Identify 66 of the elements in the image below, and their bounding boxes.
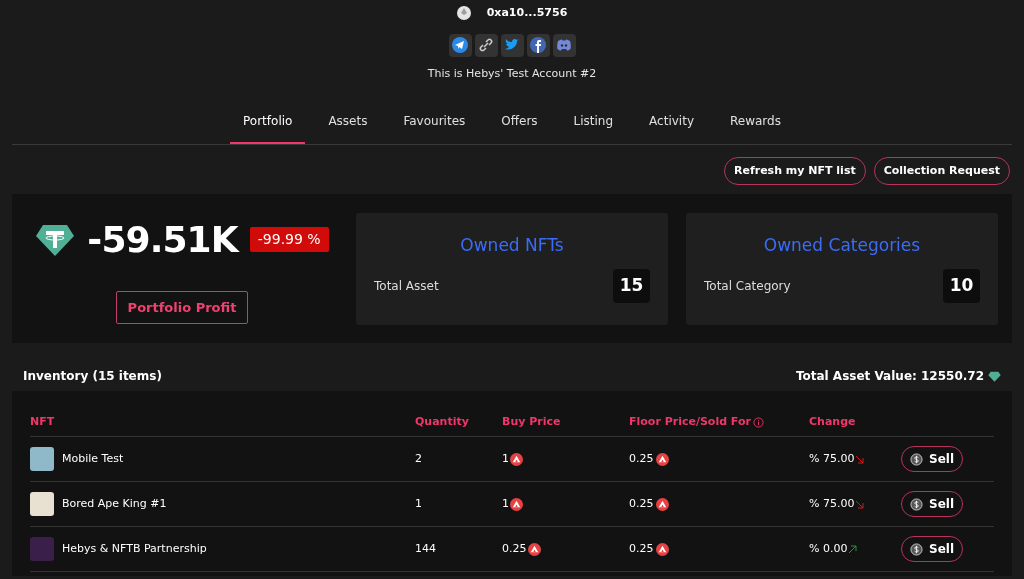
card-label: Total Category <box>704 278 791 295</box>
quantity: 1 <box>415 496 422 510</box>
change-value: % 75.00 <box>809 450 855 467</box>
avax-icon <box>655 497 669 511</box>
discord-button[interactable] <box>552 33 576 57</box>
change-value: % 0.00 <box>809 540 848 557</box>
avax-icon <box>510 452 523 466</box>
change-badge: -99.99 % <box>249 227 329 253</box>
nft-name: Bored Ape King #1 <box>62 495 167 512</box>
wallet-address: 0xa10...5756 <box>486 5 568 21</box>
card-label: Total Asset <box>374 278 439 295</box>
coin-icon <box>910 452 923 466</box>
inventory-title: Inventory (15 items) <box>23 368 162 385</box>
telegram-icon <box>451 36 469 54</box>
nft-name: Hebys & NFTB Partnership <box>62 540 207 557</box>
buy-price: 0.25 <box>502 540 527 557</box>
buy-price: 1 <box>502 450 509 467</box>
avax-icon <box>527 542 541 556</box>
tether-icon <box>988 370 1001 382</box>
tether-icon <box>35 222 76 257</box>
avax-icon <box>510 497 523 511</box>
floor-price: 0.25 <box>629 540 654 557</box>
tab[interactable]: Offers <box>488 112 551 144</box>
floor-price: 0.25 <box>629 495 654 512</box>
facebook-button[interactable] <box>526 33 550 57</box>
telegram-button[interactable] <box>448 33 472 57</box>
link-icon <box>477 36 495 54</box>
info-icon <box>752 417 764 428</box>
tab[interactable]: Assets <box>315 112 381 144</box>
quantity: 2 <box>415 451 422 465</box>
portfolio-profit-button[interactable]: Portfolio Profit <box>115 290 249 325</box>
column-header: Quantity <box>415 414 469 431</box>
tab[interactable]: Rewards <box>717 112 794 144</box>
twitter-button[interactable] <box>500 33 524 57</box>
ethereum-icon <box>456 6 471 21</box>
tab[interactable]: Listing <box>560 112 627 144</box>
card-title: Owned Categories <box>762 233 922 257</box>
nft-thumbnail <box>30 447 54 471</box>
buy-price: 1 <box>502 495 509 512</box>
card-title: Owned NFTs <box>459 233 565 257</box>
avax-icon <box>655 542 669 556</box>
total-asset-value: Total Asset Value: 12550.72 <box>795 368 984 385</box>
card-count: 10 <box>943 269 980 303</box>
coin-icon <box>910 497 923 511</box>
refresh-button[interactable]: Refresh my NFT list <box>724 157 866 185</box>
column-header: Floor Price/Sold For <box>629 414 751 431</box>
facebook-icon <box>529 36 547 54</box>
account-bio: This is Hebys' Test Account #2 <box>427 65 597 82</box>
avax-icon <box>655 452 669 466</box>
change-value: % 75.00 <box>809 495 855 512</box>
portfolio-value: -59.51K <box>87 217 238 262</box>
card-count: 15 <box>613 269 650 303</box>
column-header: Change <box>809 414 856 431</box>
link-button[interactable] <box>474 33 498 57</box>
tab[interactable]: Activity <box>636 112 707 144</box>
collection-request-button[interactable]: Collection Request <box>873 157 1010 185</box>
coin-icon <box>910 542 923 556</box>
nft-thumbnail <box>30 537 54 561</box>
column-header: Buy Price <box>502 414 561 431</box>
tab[interactable]: Portfolio <box>230 112 306 144</box>
nft-name: Mobile Test <box>62 450 124 467</box>
tab[interactable]: Favourites <box>390 112 479 144</box>
floor-price: 0.25 <box>629 450 654 467</box>
column-header: NFT <box>30 414 55 431</box>
nft-thumbnail <box>30 492 54 516</box>
quantity: 144 <box>415 541 436 555</box>
